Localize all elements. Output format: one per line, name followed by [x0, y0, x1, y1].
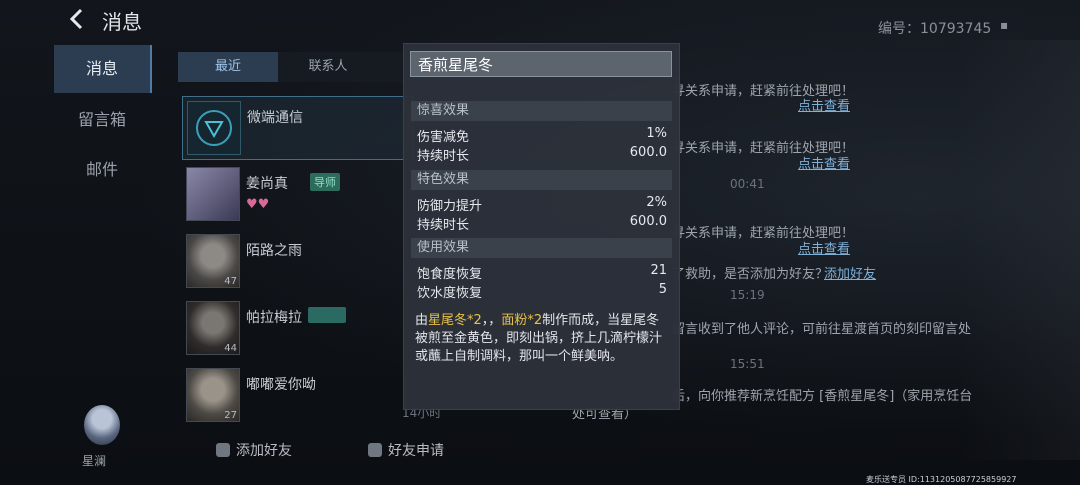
contact-avatar [186, 167, 240, 221]
message-time: 15:19 [730, 288, 765, 302]
tab-contacts[interactable]: 联系人 [278, 52, 378, 82]
view-link[interactable]: 点击查看 [798, 95, 850, 114]
status-badge [308, 307, 346, 323]
view-link[interactable]: 点击查看 [798, 238, 850, 257]
self-name: 星澜 [82, 454, 107, 468]
contact-item[interactable]: 27 嘟嘟爱你呦 [182, 364, 412, 426]
message-time: 15:51 [730, 357, 765, 371]
effect-row: 持续时长 600.0 [417, 214, 667, 233]
contact-name: 嘟嘟爱你呦 [246, 377, 316, 393]
copy-icon[interactable]: ▪ [1000, 18, 1008, 32]
message-text: 后，向你推荐新烹饪配方 [香煎星尾冬]（家用烹饪台 [672, 389, 973, 404]
contact-item[interactable]: 44 帕拉梅拉 [182, 297, 412, 359]
add-friend-label: 添加好友 [236, 443, 292, 459]
contact-avatar: 27 [186, 368, 240, 422]
effect-label: 防御力提升 [417, 199, 483, 214]
contact-name: 微端通信 [247, 110, 303, 126]
message-time: 00:41 [730, 177, 765, 191]
player-id-label: 编号：10793745 [878, 21, 992, 37]
contact-item[interactable]: 姜尚真 导师 ♥♥ [182, 163, 412, 225]
desc-text: ，， [481, 313, 502, 328]
friend-request-label: 好友申请 [388, 443, 444, 459]
nav-item-mail[interactable]: 邮件 [54, 146, 150, 194]
contact-avatar: 44 [186, 301, 240, 355]
effect-value: 600.0 [629, 214, 667, 229]
page-title: 消息 [102, 10, 142, 34]
tab-recent[interactable]: 最近 [178, 52, 278, 82]
effect-label: 伤害减免 [417, 130, 470, 145]
hearts-icon: ♥♥ [246, 197, 270, 212]
nav-item-guestbook[interactable]: 留言箱 [54, 96, 150, 144]
message-text: 了救助，是否添加为好友？ [672, 267, 829, 282]
effect-value: 600.0 [629, 145, 667, 160]
contact-level: 47 [224, 276, 237, 287]
friend-request-button[interactable]: 好友申请 [368, 436, 444, 466]
nav-item-messages[interactable]: 消息 [54, 45, 152, 93]
effect-row: 伤害减免 1% [417, 126, 667, 145]
effect-row: 防御力提升 2% [417, 195, 667, 214]
item-description: 由星尾冬*2，，面粉*2制作而成，当星尾冬被煎至金黄色，即刻出锅，挤上几滴柠檬汁… [415, 312, 667, 366]
contact-name: 姜尚真 [246, 176, 288, 192]
shield-icon [187, 101, 241, 155]
desc-text: 由 [415, 313, 429, 328]
effect-value: 21 [650, 263, 667, 278]
self-avatar[interactable] [84, 405, 120, 445]
contact-name: 陌路之雨 [246, 243, 302, 259]
add-friend-link[interactable]: 添加好友 [824, 263, 876, 282]
section-header-surprise: 惊喜效果 [411, 101, 672, 121]
back-arrow-icon[interactable] [64, 6, 90, 32]
effect-row: 饮水度恢复 5 [417, 282, 667, 301]
contact-item[interactable]: 微端通信 [182, 96, 414, 160]
friend-request-icon [368, 443, 382, 457]
ingredient-highlight: 面粉*2 [501, 313, 543, 328]
section-header-use: 使用效果 [411, 238, 672, 258]
add-user-icon [216, 443, 230, 457]
message-text: 留言收到了他人评论，可前往星渡首页的刻印留言处 [672, 322, 972, 337]
contact-item[interactable]: 47 陌路之雨 [182, 230, 412, 292]
effect-label: 饱食度恢复 [417, 267, 483, 282]
effect-row: 持续时长 600.0 [417, 145, 667, 164]
contact-level: 44 [224, 343, 237, 354]
section-header-special: 特色效果 [411, 170, 672, 190]
effect-value: 1% [646, 126, 667, 141]
footer-id: 麦乐送专员 ID:1131205087725859927 [866, 475, 1017, 484]
item-name: 香煎星尾冬 [410, 51, 672, 77]
effect-value: 5 [658, 282, 667, 297]
contact-avatar: 47 [186, 234, 240, 288]
contact-name: 帕拉梅拉 [246, 310, 302, 326]
view-link[interactable]: 点击查看 [798, 153, 850, 172]
contact-level: 27 [224, 410, 237, 421]
background-shade [960, 40, 1080, 460]
effect-row: 饱食度恢复 21 [417, 263, 667, 282]
mentor-badge: 导师 [310, 173, 340, 191]
add-friend-button[interactable]: 添加好友 [216, 436, 292, 466]
effect-label: 饮水度恢复 [417, 286, 483, 301]
ingredient-highlight: 星尾冬*2 [428, 313, 482, 328]
effect-label: 持续时长 [417, 218, 470, 233]
effect-label: 持续时长 [417, 149, 470, 164]
item-tooltip: 香煎星尾冬 惊喜效果 伤害减免 1% 持续时长 600.0 特色效果 防御力提升 2%… [403, 43, 680, 410]
effect-value: 2% [646, 195, 667, 210]
